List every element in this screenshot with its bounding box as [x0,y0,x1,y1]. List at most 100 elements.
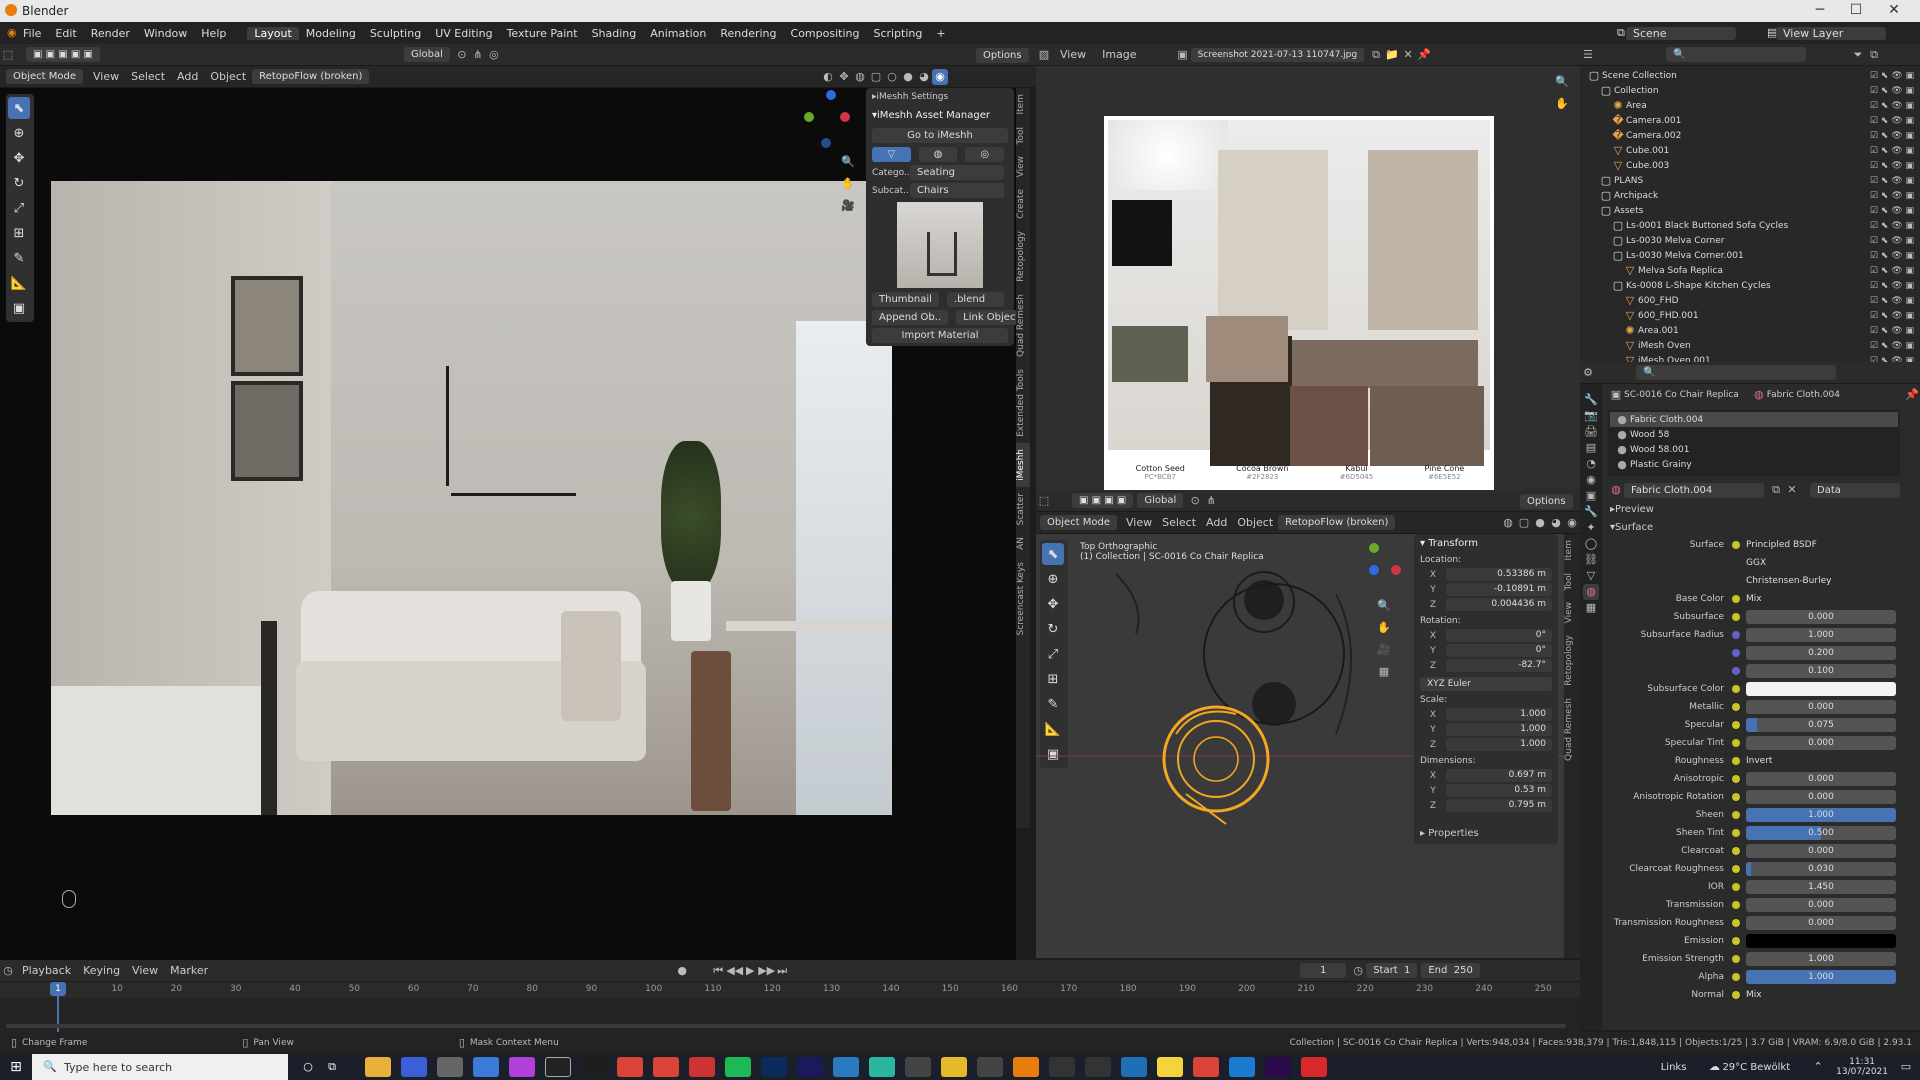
timeline-ruler[interactable]: 1102030405060708090100110120130140150160… [0,982,1580,998]
end-frame-field[interactable]: End 250 [1421,963,1480,978]
close-icon[interactable]: ✕ [1874,2,1914,18]
ortho-pivot-icon[interactable]: ⊙ [1187,493,1203,509]
tray-icons[interactable]: ⌃ [1810,1059,1826,1075]
property-value-field[interactable]: 0.000 [1746,844,1896,858]
outliner-row[interactable]: ▢ Assets ☑ ⬉ 👁 ▣ [1580,203,1920,218]
socket-icon[interactable] [1732,775,1740,783]
add-cube-tool-icon[interactable]: ▣ [8,297,30,319]
socket-icon[interactable] [1732,595,1740,603]
outliner-visibility-icons[interactable]: ☑ ⬉ 👁 ▣ [1870,191,1914,201]
ortho-snap-icon[interactable]: ⋔ [1203,493,1219,509]
goto-imeshh-button[interactable]: Go to iMeshh [872,128,1008,143]
outliner-row[interactable]: ▢ Ls-0001 Black Buttoned Sofa Cycles ☑ ⬉ 👁… [1580,218,1920,233]
wireframe-shading-icon[interactable]: ○ [884,69,900,85]
side-tab-view[interactable]: View [1016,150,1030,183]
ortho-solid-icon[interactable]: ● [1532,515,1548,531]
outliner-visibility-icons[interactable]: ☑ ⬉ 👁 ▣ [1870,176,1914,186]
category-dropdown[interactable]: Seating [910,165,1004,180]
ortho-menu-view[interactable]: View [1121,516,1157,529]
visibility-icon[interactable]: ◐ [820,69,836,85]
pivot-icon[interactable]: ⊙ [454,47,470,63]
ortho-editor-type-icon[interactable]: ⬚ [1036,493,1052,509]
property-value-field[interactable]: 0.000 [1746,610,1896,624]
app-icon-14[interactable] [1085,1057,1111,1077]
blender-menu-icon[interactable]: ◉ [0,25,17,41]
outliner-visibility-icons[interactable]: ☑ ⬉ 👁 ▣ [1870,221,1914,231]
ortho-camera-icon[interactable]: 🎥 [1376,642,1392,658]
outliner-visibility-icons[interactable]: ☑ ⬉ 👁 ▣ [1870,251,1914,261]
current-frame-field[interactable]: 1 [1300,963,1347,978]
app-icon-13[interactable] [1049,1057,1075,1077]
view-layer-props-icon[interactable]: ▤ [1583,440,1599,456]
material-type-icon[interactable]: ◍ [918,147,958,162]
proportional-icon[interactable]: ◎ [486,47,502,63]
file-explorer-icon[interactable] [365,1057,391,1077]
property-value-field[interactable]: 0.500 [1746,826,1896,840]
property-value-field[interactable]: 0.000 [1746,736,1896,750]
app-icon-10[interactable] [905,1057,931,1077]
rotate-tool-icon[interactable]: ↻ [8,172,30,194]
dimensions-x-field[interactable]: 0.697 m [1446,769,1552,782]
thumbnail-button[interactable]: Thumbnail [872,292,939,307]
image-open-icon[interactable]: 📁 [1384,47,1400,63]
imeshh-asset-manager-header[interactable]: ▾ iMeshh Asset Manager [866,106,1014,124]
socket-icon[interactable] [1732,865,1740,873]
ortho-material-icon[interactable]: ◕ [1548,515,1564,531]
rotation-mode-dropdown[interactable]: XYZ Euler [1420,677,1552,691]
outliner-row[interactable]: ✺ Area.001 ☑ ⬉ 👁 ▣ [1580,323,1920,338]
ortho-select-box-mode[interactable]: ▣ ▣ ▣ ▣ [1072,493,1134,508]
editor-type-icon[interactable]: ⬚ [0,47,16,63]
outliner-row[interactable]: � Camera.001 ☑ ⬉ 👁 ▣ [1580,113,1920,128]
app-icon-2[interactable] [437,1057,463,1077]
material-unlink-icon[interactable]: ✕ [1784,482,1800,498]
select-tool-icon[interactable]: ⬉ [8,97,30,119]
location-y-field[interactable]: -0.10891 m [1446,583,1552,596]
property-value-field[interactable]: 1.000 [1746,808,1896,822]
viewport-menu-add[interactable]: Add [171,70,204,83]
object-props-icon[interactable]: ▣ [1583,488,1599,504]
weather-text[interactable]: 29°C Bewölkt [1722,1062,1790,1073]
subcategory-dropdown[interactable]: Chairs [910,183,1004,198]
timeline-scrollbar[interactable] [6,1024,1566,1028]
socket-icon[interactable] [1732,883,1740,891]
property-value-field[interactable]: Mix [1746,988,1896,1002]
menu-edit[interactable]: Edit [48,27,83,40]
app-icon-3[interactable] [473,1057,499,1077]
timeline-menu-keying[interactable]: Keying [77,964,126,977]
app-icon-5[interactable] [545,1057,571,1077]
outliner-visibility-icons[interactable]: ☑ ⬉ 👁 ▣ [1870,161,1914,171]
material-datablock-field[interactable]: Fabric Cloth.004 [1624,482,1764,498]
scale-z-field[interactable]: 1.000 [1446,738,1552,751]
property-value-field[interactable] [1746,682,1896,696]
menu-help[interactable]: Help [194,27,233,40]
outliner-row[interactable]: ▽ Cube.001 ☑ ⬉ 👁 ▣ [1580,143,1920,158]
ortho-viewport[interactable]: ⬉ ⊕ ✥ ↻ ⤢ ⊞ ✎ 📐 ▣ Top Orthographic (1) C… [1036,534,1564,958]
property-value-field[interactable]: 0.000 [1746,916,1896,930]
outliner-row[interactable]: ▢ Archipack ☑ ⬉ 👁 ▣ [1580,188,1920,203]
ortho-rendered-icon[interactable]: ◉ [1564,515,1580,531]
socket-icon[interactable] [1732,829,1740,837]
material-link-dropdown[interactable]: Data [1810,482,1900,498]
property-value-field[interactable]: Christensen-Burley [1746,574,1896,588]
jump-start-icon[interactable]: ⏮ [710,963,726,979]
constraints-props-icon[interactable]: ⛓ [1583,552,1599,568]
tab-uv-editing[interactable]: UV Editing [428,27,499,40]
outliner-filter-icon[interactable]: ⏷ [1850,47,1866,63]
minimize-icon[interactable]: ─ [1800,2,1840,18]
property-value-field[interactable]: 0.030 [1746,862,1896,876]
socket-icon[interactable] [1732,847,1740,855]
menu-render[interactable]: Render [84,27,137,40]
socket-icon[interactable] [1732,811,1740,819]
cursor-tool-icon[interactable]: ⊕ [8,122,30,144]
app-icon-8[interactable] [833,1057,859,1077]
rendered-shading-icon[interactable]: ◉ [932,69,948,85]
rotation-x-field[interactable]: 0° [1446,629,1552,642]
mode-dropdown[interactable]: Object Mode [6,69,83,84]
outliner-visibility-icons[interactable]: ☑ ⬉ 👁 ▣ [1870,206,1914,216]
socket-icon[interactable] [1732,757,1740,765]
outliner-new-collection-icon[interactable]: ⧉ [1866,47,1882,63]
socket-icon[interactable] [1732,919,1740,927]
image-pin-icon[interactable]: 📌 [1416,47,1432,63]
property-value-field[interactable]: GGX [1746,556,1896,570]
material-duplicate-icon[interactable]: ⧉ [1768,482,1784,498]
